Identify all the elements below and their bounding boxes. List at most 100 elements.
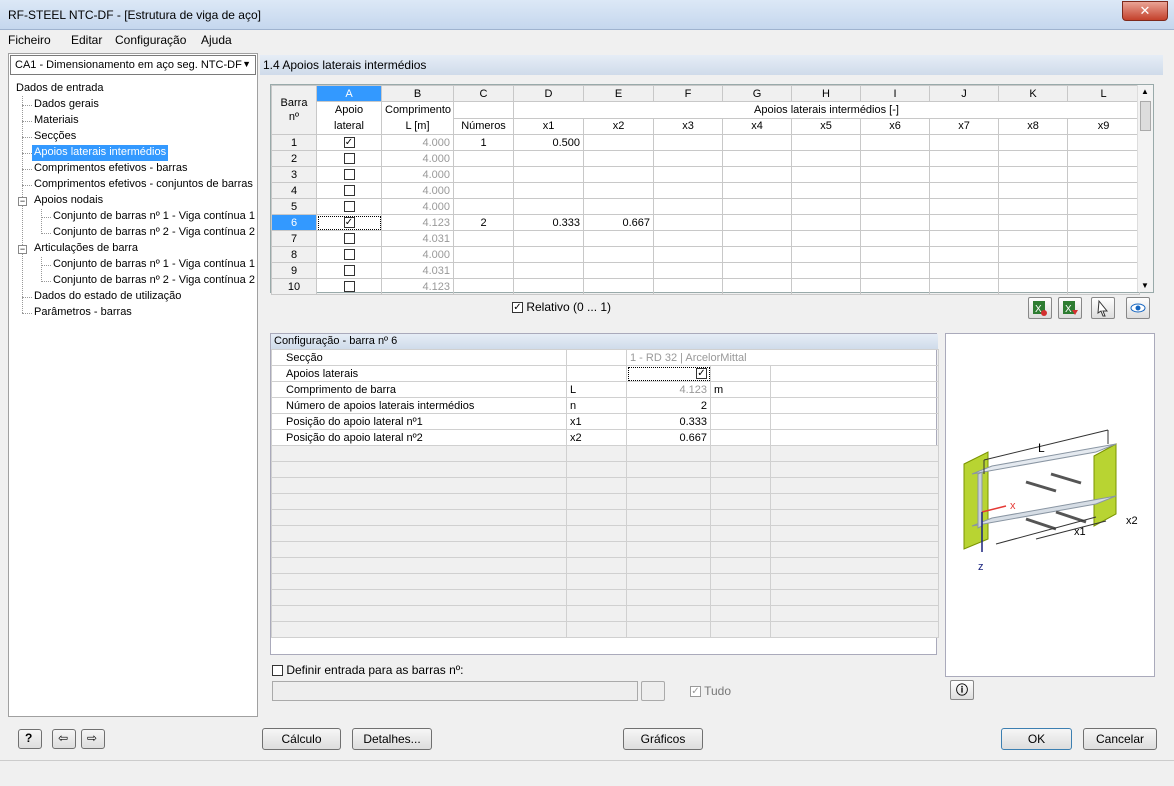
tree-seccoes[interactable]: Secções	[32, 129, 78, 145]
config-row[interactable]: Posição do apoio lateral nº2 x2 0.667	[271, 429, 939, 446]
x-cell[interactable]	[929, 198, 999, 215]
x-cell[interactable]	[998, 134, 1068, 151]
x-cell[interactable]	[860, 246, 930, 263]
x2-cell[interactable]	[583, 198, 654, 215]
x-cell[interactable]	[998, 262, 1068, 279]
tree-root[interactable]: Dados de entrada	[14, 81, 105, 97]
comprimento-cell[interactable]: 4.123	[381, 214, 454, 231]
tree-dados-gerais[interactable]: Dados gerais	[32, 97, 101, 113]
x-cell[interactable]	[998, 246, 1068, 263]
config-value[interactable]: ✓	[626, 365, 711, 382]
row-number[interactable]: 6	[271, 214, 317, 231]
numeros-cell[interactable]	[453, 246, 514, 263]
apoio-lateral-checkbox[interactable]	[343, 169, 355, 181]
x-cell[interactable]	[998, 230, 1068, 247]
table-row[interactable]: 2 4.000	[271, 150, 1140, 167]
x-cell[interactable]	[722, 278, 792, 295]
row-number[interactable]: 4	[271, 182, 317, 199]
apoio-lateral-cell[interactable]	[316, 278, 382, 295]
x-cell[interactable]	[998, 278, 1068, 295]
col-letter-f[interactable]: F	[653, 85, 723, 102]
comprimento-cell[interactable]: 4.000	[381, 182, 454, 199]
tree-apoios-nodais[interactable]: Apoios nodais	[32, 193, 105, 209]
info-icon[interactable]: ⓘ	[950, 680, 974, 700]
comprimento-cell[interactable]: 4.000	[381, 134, 454, 151]
x-cell[interactable]	[722, 198, 792, 215]
apoio-lateral-checkbox[interactable]	[343, 281, 355, 293]
x-cell[interactable]	[860, 278, 930, 295]
x-cell[interactable]	[791, 150, 861, 167]
detalhes-button[interactable]: Detalhes...	[352, 728, 432, 750]
relativo-checkbox[interactable]: ✓	[512, 302, 523, 314]
scroll-thumb[interactable]	[1140, 101, 1151, 131]
apoio-lateral-checkbox[interactable]	[343, 233, 355, 245]
apoio-lateral-checkbox[interactable]	[343, 249, 355, 261]
apoio-lateral-cell[interactable]	[316, 182, 382, 199]
col-letter-d[interactable]: D	[513, 85, 584, 102]
menu-ajuda[interactable]: Ajuda	[201, 33, 232, 47]
tree-parametros-barras[interactable]: Parâmetros - barras	[32, 305, 134, 321]
import-excel-button[interactable]: X	[1058, 297, 1082, 319]
table-row[interactable]: 8 4.000	[271, 246, 1140, 263]
x-cell[interactable]	[653, 214, 723, 231]
col-letter-a[interactable]: A	[316, 85, 382, 102]
calculo-button[interactable]: Cálculo	[262, 728, 341, 750]
prev-window-button[interactable]: ⇦	[52, 729, 76, 749]
row-number[interactable]: 7	[271, 230, 317, 247]
tree-apoios-nodais-conjunto-1[interactable]: Conjunto de barras nº 1 - Viga contínua …	[51, 209, 257, 225]
view-eye-button[interactable]	[1126, 297, 1150, 319]
x-cell[interactable]	[722, 166, 792, 183]
x2-cell[interactable]	[583, 246, 654, 263]
help-button[interactable]: ?	[18, 729, 42, 749]
numeros-cell[interactable]	[453, 278, 514, 295]
x2-cell[interactable]	[583, 150, 654, 167]
x-cell[interactable]	[998, 214, 1068, 231]
config-value[interactable]: 1 - RD 32 | ArcelorMittal	[626, 349, 939, 366]
col-letter-e[interactable]: E	[583, 85, 654, 102]
x-cell[interactable]	[722, 246, 792, 263]
config-value[interactable]: 0.333	[626, 413, 711, 430]
x1-cell[interactable]	[513, 230, 584, 247]
config-value[interactable]: 4.123	[626, 381, 711, 398]
x-cell[interactable]	[860, 134, 930, 151]
config-row[interactable]: Número de apoios laterais intermédios n 2	[271, 397, 939, 414]
numeros-cell[interactable]	[453, 230, 514, 247]
apoio-lateral-cell[interactable]	[316, 166, 382, 183]
comprimento-cell[interactable]: 4.000	[381, 246, 454, 263]
x-cell[interactable]	[929, 262, 999, 279]
table-row[interactable]: 7 4.031	[271, 230, 1140, 247]
select-pick-button[interactable]	[1091, 297, 1115, 319]
x-cell[interactable]	[929, 150, 999, 167]
x-cell[interactable]	[653, 278, 723, 295]
table-row[interactable]: 9 4.031	[271, 262, 1140, 279]
x-cell[interactable]	[1067, 262, 1140, 279]
x-cell[interactable]	[860, 182, 930, 199]
config-value[interactable]: 0.667	[626, 429, 711, 446]
x1-cell[interactable]	[513, 198, 584, 215]
tudo-checkbox[interactable]: ✓	[690, 686, 701, 698]
define-entry-checkbox[interactable]	[272, 665, 283, 677]
config-value[interactable]: 2	[626, 397, 711, 414]
tree-articulacoes-conjunto-2[interactable]: Conjunto de barras nº 2 - Viga contínua …	[51, 273, 257, 289]
apoio-lateral-cell[interactable]: ✓	[316, 214, 382, 231]
x-cell[interactable]	[860, 214, 930, 231]
vertical-scrollbar[interactable]: ▲ ▼	[1137, 85, 1153, 292]
x-cell[interactable]	[860, 262, 930, 279]
tudo-option[interactable]: ✓ Tudo	[690, 684, 731, 698]
case-select[interactable]: CA1 - Dimensionamento em aço seg. NTC-DF…	[10, 55, 256, 75]
x-cell[interactable]	[791, 262, 861, 279]
select-barras-button[interactable]	[641, 681, 665, 701]
table-row[interactable]: 4 4.000	[271, 182, 1140, 199]
menu-configuracao[interactable]: Configuração	[115, 33, 186, 47]
numeros-cell[interactable]	[453, 182, 514, 199]
x-cell[interactable]	[653, 134, 723, 151]
collapse-icon[interactable]: −	[18, 197, 27, 206]
x-cell[interactable]	[791, 246, 861, 263]
menu-ficheiro[interactable]: Ficheiro	[8, 33, 51, 47]
col-letter-i[interactable]: I	[860, 85, 930, 102]
comprimento-cell[interactable]: 4.031	[381, 230, 454, 247]
next-window-button[interactable]: ⇨	[81, 729, 105, 749]
config-row[interactable]: Secção 1 - RD 32 | ArcelorMittal	[271, 349, 939, 366]
row-number[interactable]: 8	[271, 246, 317, 263]
x-cell[interactable]	[1067, 246, 1140, 263]
